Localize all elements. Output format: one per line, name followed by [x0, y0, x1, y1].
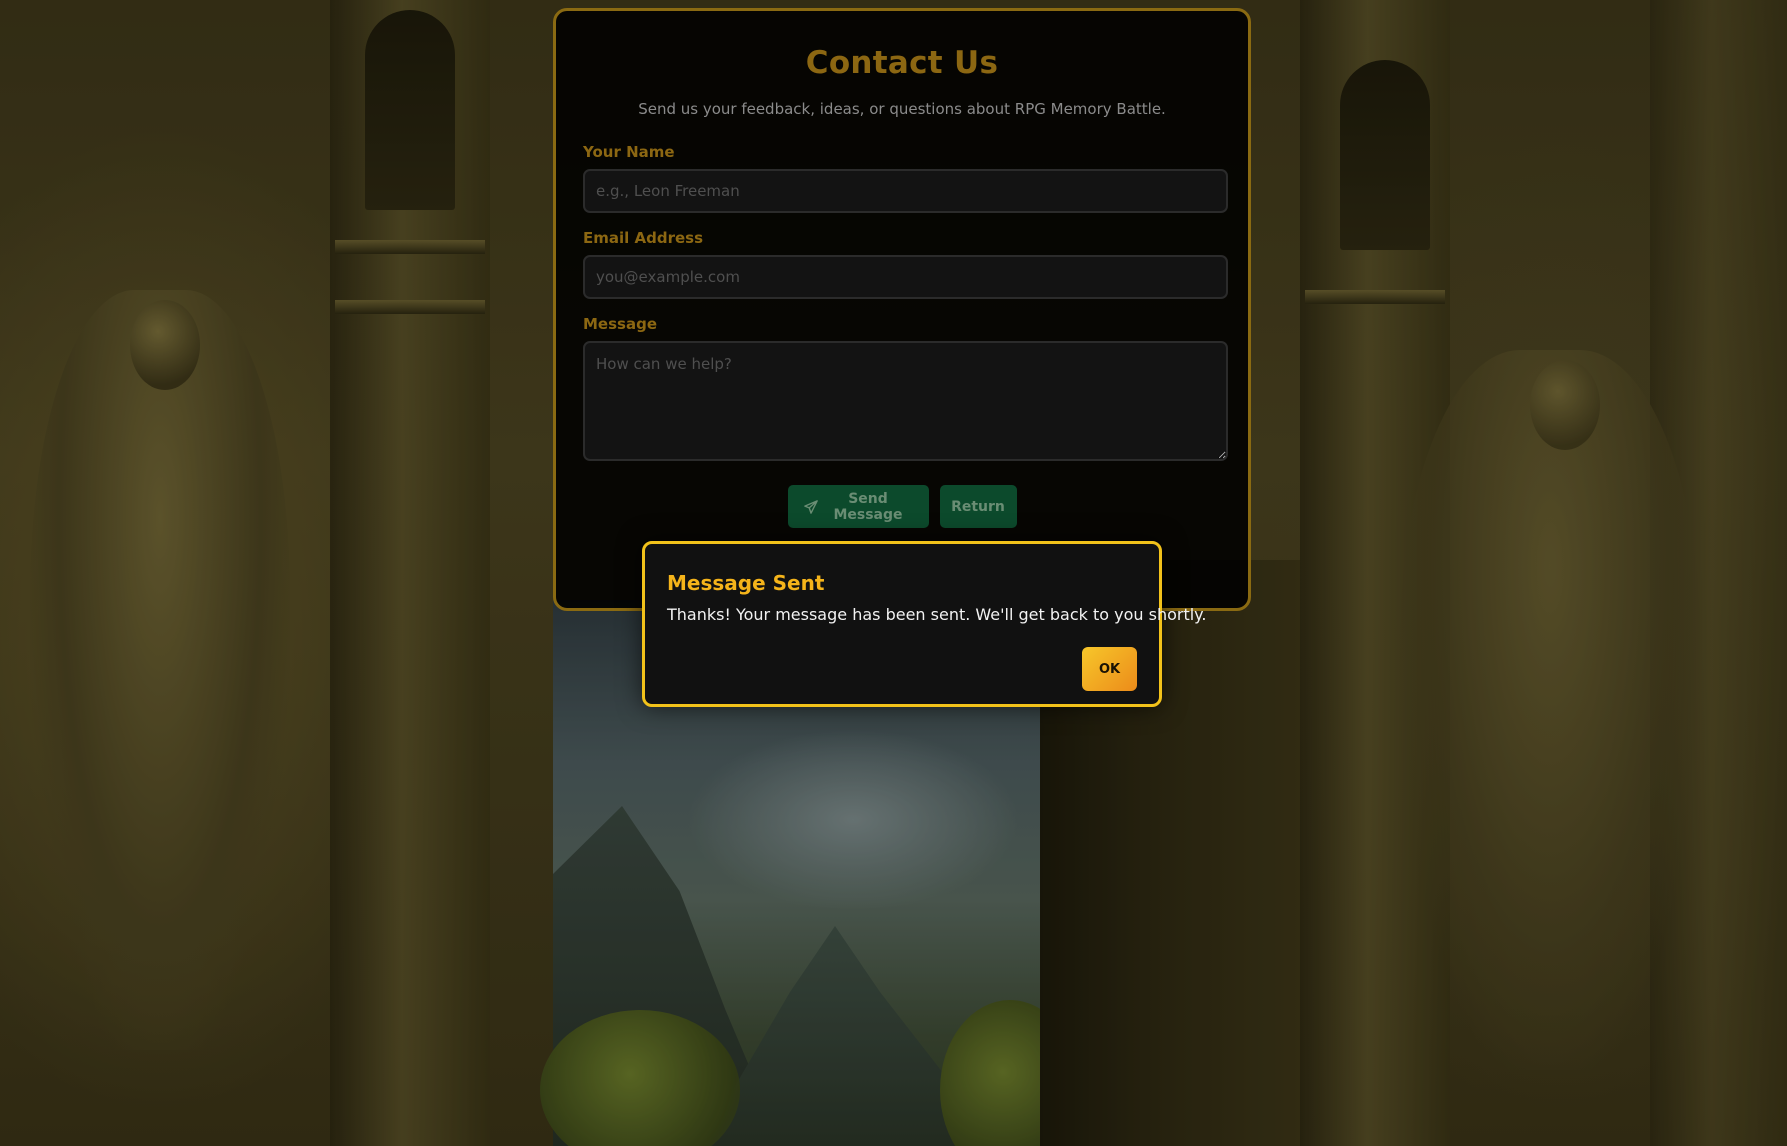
name-input[interactable] — [583, 169, 1228, 213]
return-label: Return — [951, 498, 1005, 515]
page-title: Contact Us — [805, 45, 999, 81]
ok-button[interactable]: OK — [1082, 647, 1137, 691]
contact-card: Contact Us Send us your feedback, ideas,… — [553, 8, 1251, 611]
paper-plane-icon — [803, 499, 818, 514]
send-message-button[interactable]: Send Message — [787, 485, 929, 528]
email-label: Email Address — [583, 229, 704, 247]
page-subtitle: Send us your feedback, ideas, or questio… — [638, 100, 1166, 118]
return-button[interactable]: Return — [939, 485, 1017, 528]
email-input[interactable] — [583, 255, 1228, 299]
dialog-title: Message Sent — [667, 571, 825, 595]
dialog-footer: OK — [667, 647, 1137, 691]
message-textarea[interactable] — [583, 341, 1228, 461]
dialog-message: Thanks! Your message has been sent. We'l… — [667, 605, 1207, 624]
name-label: Your Name — [583, 143, 675, 161]
message-sent-dialog: Message Sent Thanks! Your message has be… — [642, 541, 1207, 707]
form-actions: Send Message Return — [583, 485, 1221, 528]
send-message-label: Send Message — [833, 490, 903, 523]
message-label: Message — [583, 315, 657, 333]
